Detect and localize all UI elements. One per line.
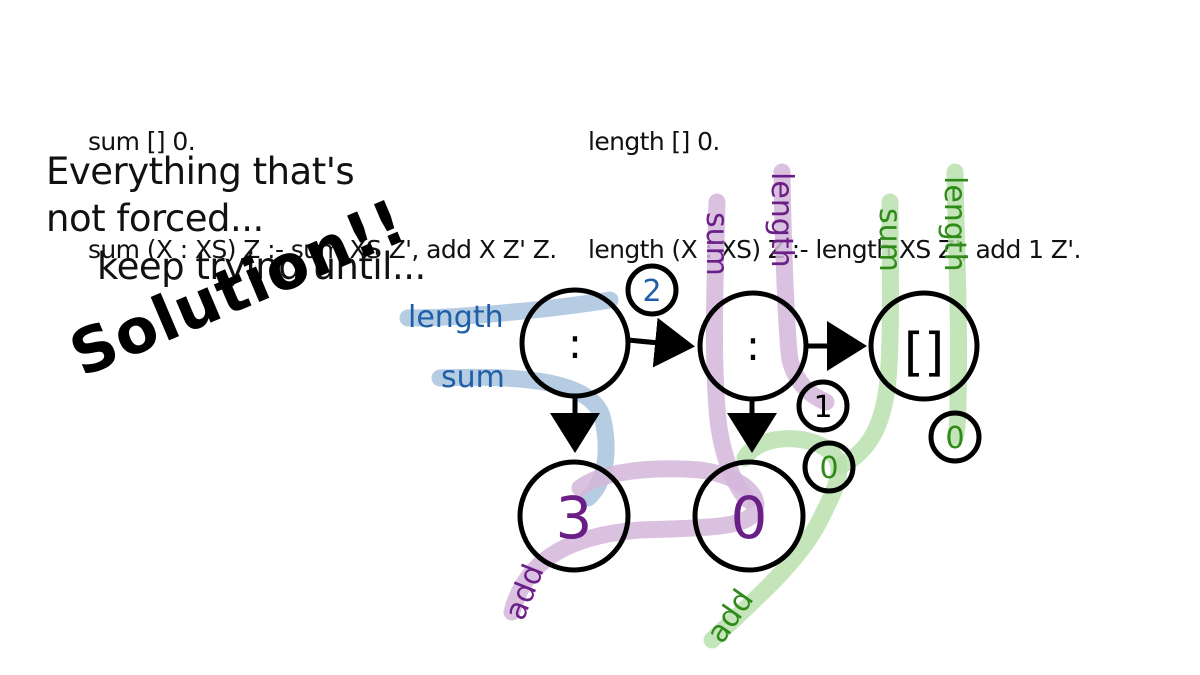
term-graph-diagram: : : [] 3 0 2 1 0 0 length sum sum length… [399, 163, 982, 650]
zero-node-label: 0 [731, 484, 768, 552]
add-strand-purple [503, 460, 765, 621]
length-green-label: length [937, 176, 972, 272]
sum-blue-label: sum [441, 360, 505, 395]
nil-node-label: [] [904, 323, 945, 383]
sum-purple-label: sum [699, 212, 734, 276]
cons-node-1-label: : [568, 319, 582, 368]
length-blue-label: length [408, 300, 504, 335]
length-purple-label: length [764, 172, 799, 268]
three-node-label: 3 [556, 484, 593, 552]
length-zero-label: 0 [945, 421, 964, 456]
sum-green-label: sum [872, 208, 907, 272]
count-one-label: 1 [813, 390, 832, 425]
count-two-label: 2 [642, 274, 661, 309]
sum-zero-label: 0 [819, 451, 838, 486]
arrow-cons1-to-cons2 [627, 317, 695, 368]
cons-node-2-label: : [746, 321, 760, 370]
